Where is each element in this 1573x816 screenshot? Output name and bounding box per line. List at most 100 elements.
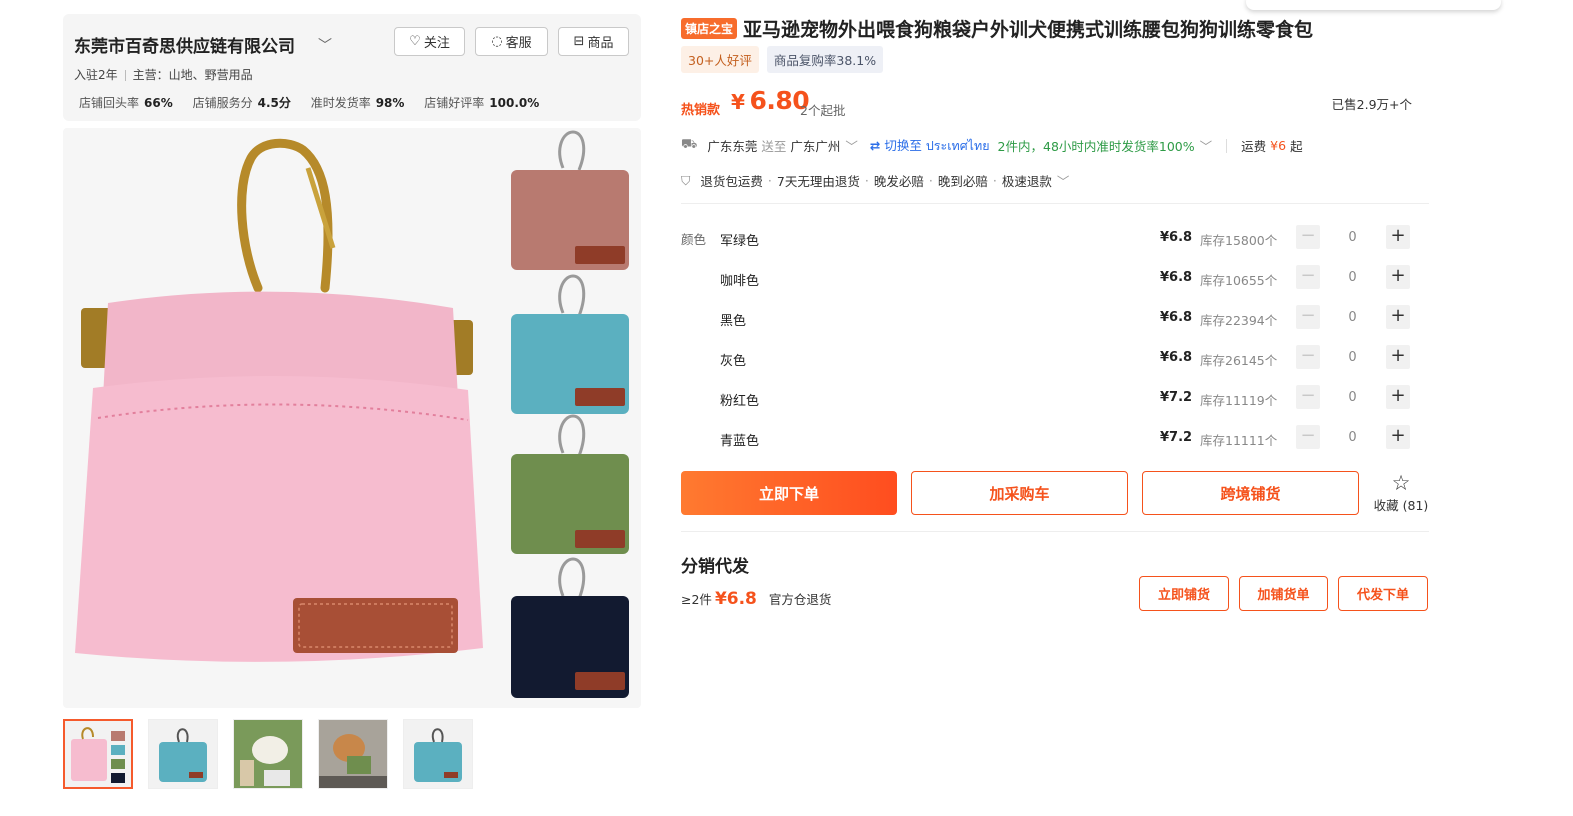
store-stat: 店铺好评率 100.0% bbox=[424, 96, 540, 110]
service-item: 7天无理由退货 bbox=[776, 174, 860, 189]
chevron-down-icon[interactable]: ﹀ bbox=[1057, 171, 1070, 190]
thumbnail-4[interactable] bbox=[318, 719, 388, 789]
quantity-input[interactable]: 0 bbox=[1324, 390, 1381, 405]
navy-pouch bbox=[511, 557, 629, 698]
sku-name: 粉红色 bbox=[720, 394, 760, 409]
plus-icon[interactable]: + bbox=[1386, 305, 1410, 329]
plus-icon[interactable]: + bbox=[1386, 425, 1410, 449]
shipping-row: ⛟ 广东东莞 送至 广东广州 ﹀ ⇄ 切换至 ประเทศไทย 2件内，48小… bbox=[681, 135, 1303, 156]
customer-service-button[interactable]: ◌ 客服 bbox=[475, 27, 548, 56]
minus-icon[interactable]: − bbox=[1296, 385, 1320, 409]
chevron-down-icon[interactable]: ﹀ bbox=[845, 136, 858, 155]
sku-row: 军绿色 ¥6.8 库存15800个 − 0 + bbox=[720, 225, 1415, 251]
store-products-button[interactable]: ⊟ 商品 bbox=[558, 27, 629, 56]
teal-pouch bbox=[511, 274, 629, 414]
store-stat: 店铺回头率 66% bbox=[79, 96, 173, 110]
minus-icon[interactable]: − bbox=[1296, 425, 1320, 449]
services-row[interactable]: ⛉ 退货包运费 · 7天无理由退货 · 晚发必赔 · 晚到必赔 · 极速退款 ﹀ bbox=[681, 171, 1069, 190]
min-order: 2个起批 bbox=[800, 103, 846, 118]
switch-arrows-icon[interactable]: ⇄ bbox=[870, 138, 880, 153]
quantity-input[interactable]: 0 bbox=[1324, 270, 1381, 285]
buy-now-button[interactable]: 立即下单 bbox=[681, 471, 897, 515]
distribution-return-note: 官方仓退货 bbox=[768, 592, 832, 607]
sku-name: 咖啡色 bbox=[720, 274, 760, 289]
store-stat: 店铺服务分 4.5分 bbox=[192, 96, 291, 110]
products-label: 商品 bbox=[587, 36, 614, 51]
service-item: 极速退款 bbox=[1001, 174, 1052, 189]
truck-icon: ⛟ bbox=[681, 137, 698, 152]
sku-stock: 库存11119个 bbox=[1200, 393, 1278, 408]
sku-color-label: 颜色 bbox=[681, 232, 707, 247]
thumbnail-2[interactable] bbox=[148, 719, 218, 789]
sku-stock: 库存10655个 bbox=[1200, 273, 1278, 288]
freight-price: ¥6 bbox=[1270, 138, 1287, 153]
plus-icon[interactable]: + bbox=[1386, 265, 1410, 289]
distribution-row: ≥2件 ¥6.8 官方仓退货 bbox=[681, 589, 831, 609]
plus-icon[interactable]: + bbox=[1386, 345, 1410, 369]
sku-price: ¥6.8 bbox=[1160, 230, 1193, 245]
sku-row: 黑色 ¥6.8 库存22394个 − 0 + bbox=[720, 305, 1415, 331]
quantity-input[interactable]: 0 bbox=[1324, 350, 1381, 365]
favorite-button[interactable]: ☆ 收藏 (81) bbox=[1370, 472, 1432, 514]
store-name[interactable]: 东莞市百奇思供应链有限公司 bbox=[74, 32, 295, 57]
sku-price: ¥7.2 bbox=[1160, 390, 1193, 405]
chevron-down-icon[interactable]: ﹀ bbox=[318, 35, 332, 55]
minus-icon[interactable]: − bbox=[1296, 345, 1320, 369]
minus-icon[interactable]: − bbox=[1296, 305, 1320, 329]
main-product-image[interactable] bbox=[63, 128, 641, 708]
product-tags: 30+人好评 商品复购率38.1% bbox=[681, 46, 884, 73]
divider bbox=[681, 203, 1429, 204]
list-now-button[interactable]: 立即铺货 bbox=[1139, 576, 1229, 611]
store-meta: 入驻2年 主营：山地、野营用品 bbox=[74, 66, 253, 83]
quantity-input[interactable]: 0 bbox=[1324, 230, 1381, 245]
add-listing-button[interactable]: 加铺货单 bbox=[1239, 576, 1328, 611]
store-stat: 准时发货率 98% bbox=[310, 96, 405, 110]
distribution-price: ¥6.8 bbox=[714, 589, 757, 609]
top-dropdown-edge bbox=[1246, 0, 1501, 10]
sku-row: 灰色 ¥6.8 库存26145个 − 0 + bbox=[720, 345, 1415, 371]
service-item: 晚发必赔 bbox=[873, 174, 924, 189]
sku-stock: 库存11111个 bbox=[1200, 433, 1278, 448]
heart-plus-icon: ♡ bbox=[409, 34, 421, 49]
product-image-illustration bbox=[75, 130, 629, 698]
thumbnail-3[interactable] bbox=[233, 719, 303, 789]
divider bbox=[681, 531, 1429, 532]
dropship-order-button[interactable]: 代发下单 bbox=[1338, 576, 1428, 611]
store-main-business: 主营：山地、野营用品 bbox=[132, 68, 253, 82]
cross-border-button[interactable]: 跨境铺货 bbox=[1142, 471, 1359, 515]
minus-icon[interactable]: − bbox=[1296, 265, 1320, 289]
title-row: 镇店之宝 亚马逊宠物外出喂食狗粮袋户外训犬便携式训练腰包狗狗训练零食包 bbox=[681, 15, 1313, 42]
divider bbox=[1226, 138, 1228, 153]
sold-count: 已售2.9万+个 bbox=[1331, 97, 1412, 112]
add-to-cart-button[interactable]: 加采购车 bbox=[911, 471, 1128, 515]
sku-price: ¥6.8 bbox=[1160, 310, 1193, 325]
ship-to[interactable]: 广东广州 bbox=[790, 136, 840, 155]
plus-icon[interactable]: + bbox=[1386, 385, 1410, 409]
store-card: 东莞市百奇思供应链有限公司 ﹀ ♡ 关注 ◌ 客服 ⊟ 商品 入驻2年 主营：山地… bbox=[63, 14, 641, 121]
product-price: ¥ 6.80 bbox=[731, 86, 810, 115]
thumbnail-1[interactable] bbox=[63, 719, 133, 789]
quantity-input[interactable]: 0 bbox=[1324, 430, 1381, 445]
product-title: 亚马逊宠物外出喂食狗粮袋户外训犬便携式训练腰包狗狗训练零食包 bbox=[743, 19, 1314, 41]
star-icon: ☆ bbox=[1391, 471, 1411, 495]
hot-label: 热销款 bbox=[681, 103, 721, 118]
thumbnail-5[interactable] bbox=[403, 719, 473, 789]
delivery-promise: 2件内，48小时内准时发货率100% bbox=[997, 139, 1195, 154]
favorite-label: 收藏 (81) bbox=[1373, 498, 1429, 513]
sku-stock: 库存26145个 bbox=[1200, 353, 1278, 368]
sku-row: 青蓝色 ¥7.2 库存11111个 − 0 + bbox=[720, 425, 1415, 451]
reviews-tag[interactable]: 30+人好评 bbox=[681, 46, 759, 73]
sku-row: 咖啡色 ¥6.8 库存10655个 − 0 + bbox=[720, 265, 1415, 291]
freight-suffix: 起 bbox=[1290, 139, 1303, 154]
chevron-down-icon[interactable]: ﹀ bbox=[1200, 136, 1213, 155]
minus-icon[interactable]: − bbox=[1296, 225, 1320, 249]
ship-to-word: 送至 bbox=[761, 139, 787, 154]
follow-button[interactable]: ♡ 关注 bbox=[394, 27, 465, 56]
shield-check-icon: ⛉ bbox=[681, 172, 691, 188]
switch-region-link[interactable]: 切换至 ประเทศไทย bbox=[884, 135, 989, 156]
store-stats: 店铺回头率 66% 店铺服务分 4.5分 准时发货率 98% 店铺好评率 100.0% bbox=[79, 94, 555, 111]
sku-name: 灰色 bbox=[720, 354, 747, 369]
service-item: 退货包运费 bbox=[700, 174, 763, 189]
plus-icon[interactable]: + bbox=[1386, 225, 1410, 249]
quantity-input[interactable]: 0 bbox=[1324, 310, 1381, 325]
